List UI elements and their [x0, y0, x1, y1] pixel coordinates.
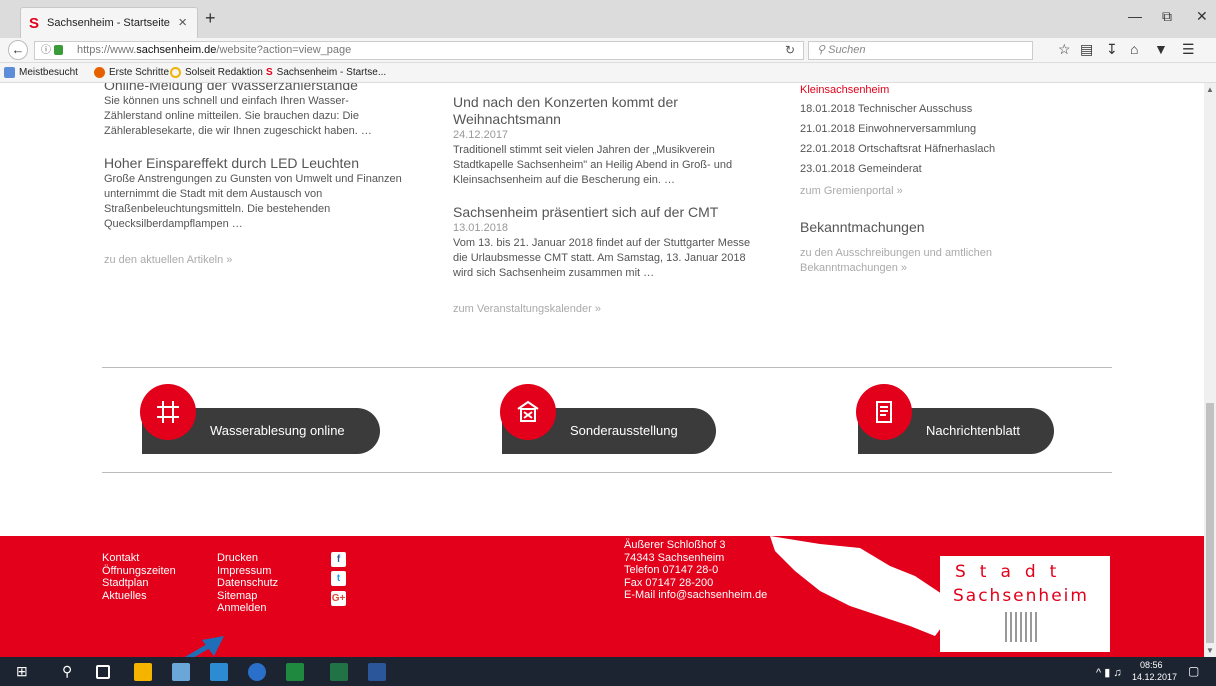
bookmark-meistbesucht[interactable]: Meistbesucht — [4, 67, 78, 78]
home-icon[interactable]: ⌂ — [1130, 41, 1138, 57]
bookmark-sachsenheim[interactable]: S Sachsenheim - Startse... — [266, 67, 386, 78]
browser-tab[interactable]: S Sachsenheim - Startseite × — [20, 7, 198, 38]
footer-link-datenschutz[interactable]: Datenschutz — [217, 577, 278, 590]
bookmark-erste-schritte[interactable]: Erste Schritte — [94, 67, 169, 78]
exhibition-icon — [500, 384, 556, 440]
footer-link-sitemap[interactable]: Sitemap — [217, 590, 257, 603]
meeting-item[interactable]: 23.01.2018 Gemeinderat — [800, 159, 1060, 179]
news-column-left: Online-Meldung der Wasserzählerstände Si… — [104, 83, 404, 266]
url-bar[interactable]: ⓘ https://www.sachsenheim.de/website?act… — [34, 41, 804, 60]
pocket-icon[interactable]: ▼ — [1154, 41, 1168, 57]
sachsenheim-favicon-icon: S — [29, 15, 40, 32]
event-date-cmt: 13.01.2018 — [453, 222, 509, 234]
link-aktuelle-artikel[interactable]: zu den aktuellen Artikeln » — [104, 254, 404, 266]
browser-navbar: ← ⓘ https://www.sachsenheim.de/website?a… — [0, 38, 1216, 63]
task-view-icon[interactable] — [96, 665, 110, 679]
scroll-up-icon[interactable]: ▲ — [1206, 85, 1214, 94]
grid-icon — [140, 384, 196, 440]
link-veranstaltungskalender[interactable]: zum Veranstaltungskalender » — [453, 303, 753, 315]
spreadsheet-icon[interactable] — [286, 663, 304, 681]
store-icon[interactable] — [172, 663, 190, 681]
reload-icon[interactable]: ↻ — [785, 42, 795, 59]
footer-link-kontakt[interactable]: Kontakt — [102, 552, 139, 565]
search-input[interactable]: ⚲ Suchen — [808, 41, 1033, 60]
event-title-konzerte[interactable]: Und nach den Konzerten kommt der Weihnac… — [453, 94, 753, 128]
news-text-led: Große Anstrengungen zu Gunsten von Umwel… — [104, 173, 402, 230]
wasserablesung-button[interactable]: Wasserablesung online — [140, 384, 380, 454]
bookmarks-bar: Meistbesucht Erste Schritte Solseit Reda… — [0, 63, 1216, 83]
bookmark-solseit[interactable]: Solseit Redaktion — [170, 67, 263, 78]
menu-icon[interactable]: ☰ — [1182, 41, 1195, 58]
tab-close-icon[interactable]: × — [178, 14, 187, 31]
google-plus-icon[interactable]: G+ — [331, 591, 346, 606]
sonderausstellung-button[interactable]: Sonderausstellung — [500, 384, 716, 454]
council-heading: Kleinsachsenheim — [800, 84, 890, 96]
browser-icon[interactable] — [248, 663, 266, 681]
stadt-sachsenheim-logo[interactable]: Stadt Sachsenheim — [940, 556, 1110, 652]
news-text-wasser: Sie können uns schnell und einfach Ihren… — [104, 95, 372, 137]
notification-icon[interactable]: ▢ — [1188, 664, 1199, 678]
word-icon[interactable] — [368, 663, 386, 681]
city-map-silhouette — [770, 536, 950, 636]
footer-link-oeffnungszeiten[interactable]: Öffnungszeiten — [102, 565, 176, 578]
footer-link-aktuelles[interactable]: Aktuelles — [102, 590, 147, 603]
footer-link-drucken[interactable]: Drucken — [217, 552, 258, 565]
facebook-icon[interactable]: f — [331, 552, 346, 567]
meeting-item[interactable]: 18.01.2018 Technischer Ausschuss — [800, 99, 1060, 119]
link-gremienportal[interactable]: zum Gremienportal » — [800, 185, 1060, 197]
news-title-wasser[interactable]: Online-Meldung der Wasserzählerstände — [104, 83, 404, 94]
meeting-item[interactable]: 22.01.2018 Ortschaftsrat Häfnerhaslach — [800, 139, 1060, 159]
browser-titlebar: S Sachsenheim - Startseite × + — ⧉ ✕ — [0, 0, 1216, 38]
event-text-konzerte: Traditionell stimmt seit vielen Jahren d… — [453, 144, 733, 186]
footer-link-impressum[interactable]: Impressum — [217, 565, 271, 578]
search-icon[interactable]: ⚲ — [62, 663, 80, 681]
windows-taskbar: ⊞ ⚲ ^ ▮ ♫ 08:56 14.12.2017 ▢ — [0, 657, 1216, 686]
excel-icon[interactable] — [330, 663, 348, 681]
event-text-cmt: Vom 13. bis 21. Januar 2018 findet auf d… — [453, 237, 751, 279]
file-explorer-icon[interactable] — [134, 663, 152, 681]
scrollbar-thumb[interactable] — [1206, 403, 1214, 643]
web-page: Online-Meldung der Wasserzählerstände Si… — [0, 83, 1204, 657]
event-title-cmt[interactable]: Sachsenheim präsentiert sich auf der CMT — [453, 204, 753, 221]
bookmark-star-icon[interactable]: ☆ — [1058, 41, 1071, 58]
firefox-icon — [94, 67, 105, 78]
footer-link-stadtplan[interactable]: Stadtplan — [102, 577, 148, 590]
minimize-icon[interactable]: — — [1128, 8, 1142, 24]
link-ausschreibungen[interactable]: zu den Ausschreibungen und amtlichen Bek… — [800, 246, 1030, 276]
back-arrow-icon[interactable]: ← — [8, 40, 28, 60]
app-icon[interactable] — [210, 663, 228, 681]
url-text: https://www.sachsenheim.de/website?actio… — [77, 44, 352, 56]
divider — [102, 367, 1112, 368]
windows-start-icon[interactable]: ⊞ — [16, 663, 34, 681]
lock-icon — [54, 45, 63, 55]
event-date-konzerte: 24.12.2017 — [453, 129, 509, 141]
new-tab-button[interactable]: + — [205, 8, 216, 29]
clock-time[interactable]: 08:56 — [1140, 660, 1163, 670]
divider — [102, 472, 1112, 473]
council-column: Kleinsachsenheim 18.01.2018 Technischer … — [800, 84, 1060, 276]
clock-date[interactable]: 14.12.2017 — [1132, 672, 1177, 682]
reading-list-icon[interactable]: ▤ — [1080, 41, 1093, 58]
folder-icon — [4, 67, 15, 78]
tray-icons[interactable]: ^ ▮ ♫ — [1096, 666, 1122, 679]
restore-icon[interactable]: ⧉ — [1162, 8, 1172, 25]
sun-icon — [170, 67, 181, 78]
download-icon[interactable]: ↧ — [1106, 41, 1118, 58]
nachrichtenblatt-button[interactable]: Nachrichtenblatt — [856, 384, 1054, 454]
close-window-icon[interactable]: ✕ — [1196, 8, 1208, 25]
scroll-down-icon[interactable]: ▼ — [1206, 646, 1214, 655]
events-column: Und nach den Konzerten kommt der Weihnac… — [453, 94, 753, 315]
news-title-led[interactable]: Hoher Einspareffekt durch LED Leuchten — [104, 155, 404, 172]
page-scrollbar[interactable]: ▲ ▼ — [1204, 83, 1216, 657]
sachsenheim-favicon-icon: S — [266, 67, 273, 78]
twitter-icon[interactable]: t — [331, 571, 346, 586]
meeting-item[interactable]: 21.01.2018 Einwohnerversammlung — [800, 119, 1060, 139]
info-icon[interactable]: ⓘ — [41, 42, 51, 59]
bekanntmachungen-title: Bekanntmachungen — [800, 219, 925, 235]
footer-link-anmelden[interactable]: Anmelden — [217, 602, 267, 615]
tab-title: Sachsenheim - Startseite — [47, 17, 170, 29]
logo-bars — [1005, 612, 1039, 642]
newspaper-icon — [856, 384, 912, 440]
